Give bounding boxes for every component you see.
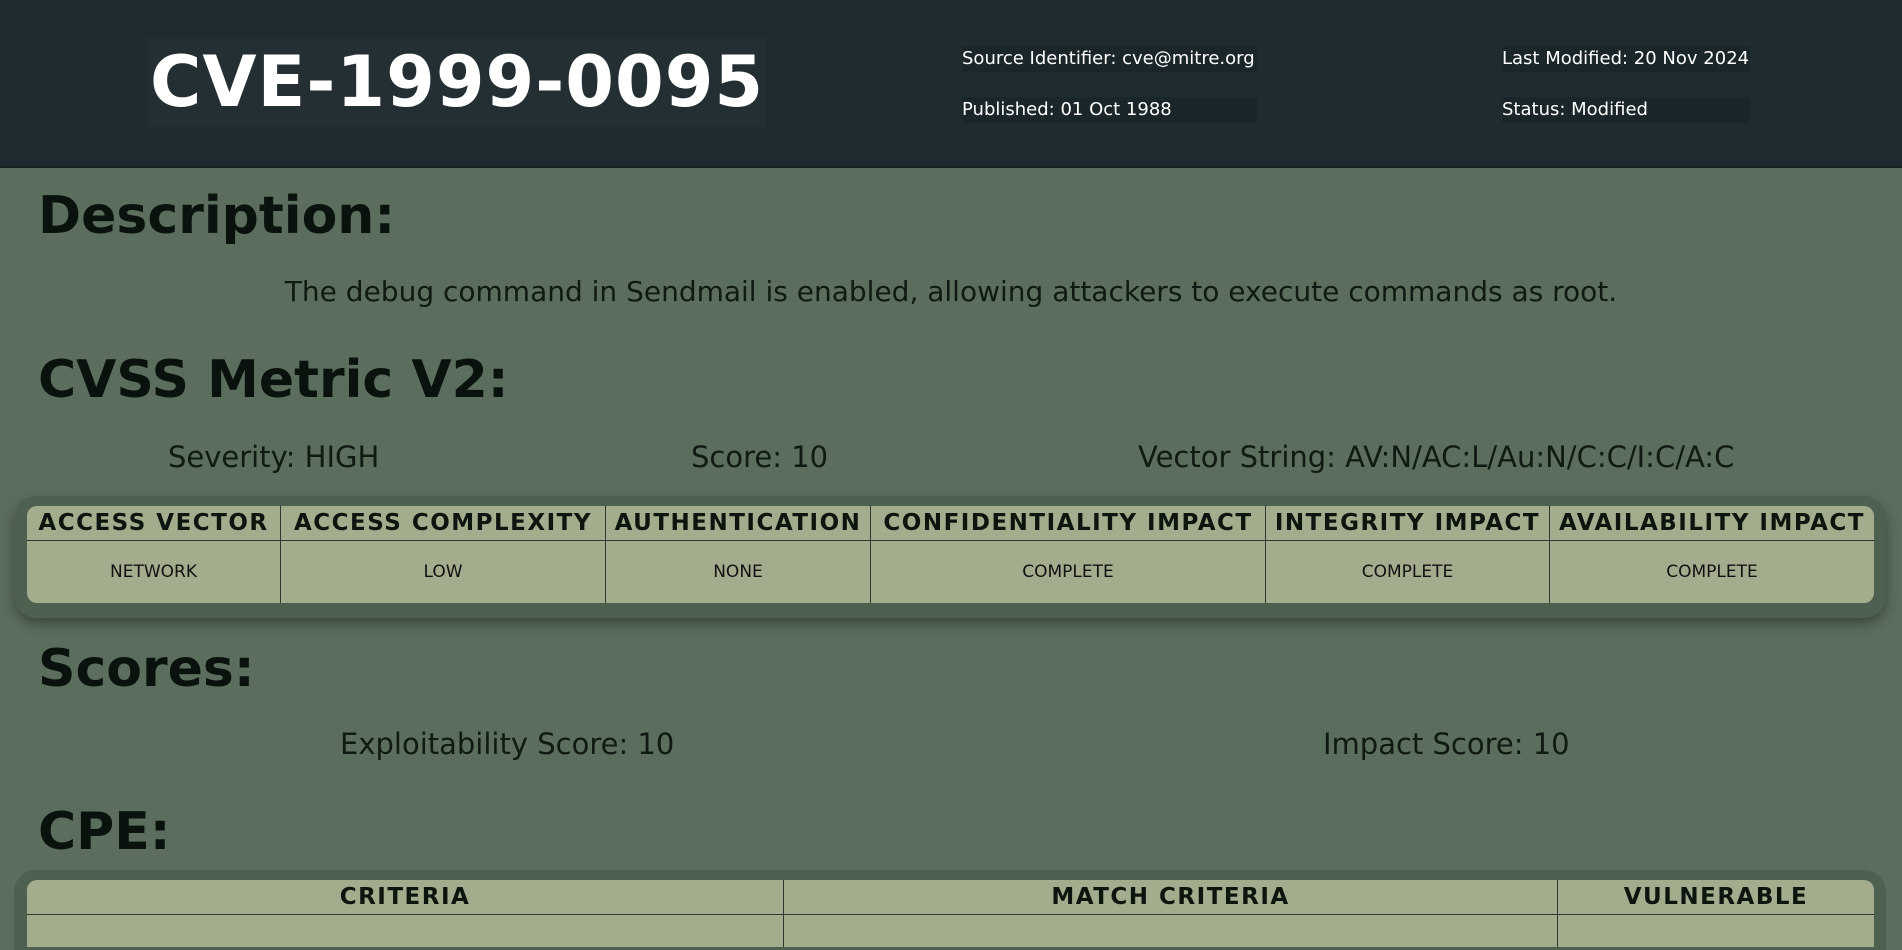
column-header-match-criteria: MATCH CRITERIA: [783, 880, 1558, 915]
column-header-access-complexity: ACCESS COMPLEXITY: [280, 506, 606, 541]
cvss-metrics-table: ACCESS VECTOR ACCESS COMPLEXITY AUTHENTI…: [27, 506, 1874, 603]
last-modified-date: Last Modified: 20 Nov 2024: [1502, 46, 1750, 72]
table-row: NETWORK LOW NONE COMPLETE COMPLETE COMPL…: [27, 540, 1874, 603]
column-header-criteria: CRITERIA: [27, 880, 784, 915]
availability-impact-value: COMPLETE: [1666, 562, 1758, 582]
exploitability-score: Exploitability Score: 10: [340, 727, 675, 761]
table-header-row: ACCESS VECTOR ACCESS COMPLEXITY AUTHENTI…: [27, 506, 1874, 541]
source-identifier: Source Identifier: cve@mitre.org: [962, 46, 1257, 72]
authentication-value: NONE: [605, 540, 871, 603]
column-header-access-vector: ACCESS VECTOR: [27, 506, 281, 541]
table-header-row: CRITERIA MATCH CRITERIA VULNERABLE: [27, 880, 1874, 915]
column-header-vulnerable: VULNERABLE: [1557, 880, 1874, 915]
column-header-authentication: AUTHENTICATION: [605, 506, 871, 541]
scores-heading: Scores:: [38, 639, 255, 699]
cpe-heading: CPE:: [38, 802, 171, 862]
published-date: Published: 01 Oct 1988: [962, 97, 1257, 123]
impact-score: Impact Score: 10: [1323, 727, 1570, 761]
cvss-heading: CVSS Metric V2:: [38, 350, 509, 410]
status-label: Status: Modified: [1502, 97, 1750, 123]
severity-label: Severity: HIGH: [168, 440, 380, 474]
match-criteria-cell: [783, 914, 1558, 947]
column-header-confidentiality-impact: CONFIDENTIALITY IMPACT: [870, 506, 1266, 541]
column-header-availability-impact: AVAILABILITY IMPACT: [1549, 506, 1874, 541]
table-row: [27, 914, 1875, 948]
access-complexity-value: LOW: [280, 540, 606, 603]
cpe-table: CRITERIA MATCH CRITERIA VULNERABLE: [27, 880, 1874, 947]
page-header: CVE-1999-0095 Source Identifier: cve@mit…: [0, 0, 1902, 168]
criteria-cell: [27, 914, 784, 947]
integrity-impact-value: COMPLETE: [1265, 540, 1550, 603]
vector-string-label: Vector String: AV:N/AC:L/Au:N/C:C/I:C/A:…: [1138, 440, 1735, 474]
access-vector-value: NETWORK: [27, 540, 281, 603]
confidentiality-impact-value: COMPLETE: [870, 540, 1266, 603]
description-text: The debug command in Sendmail is enabled…: [284, 275, 1618, 308]
description-heading: Description:: [38, 186, 396, 246]
column-header-integrity-impact: INTEGRITY IMPACT: [1265, 506, 1550, 541]
vulnerable-cell: [1558, 915, 1875, 948]
score-label: Score: 10: [691, 440, 829, 474]
cve-id-title: CVE-1999-0095: [148, 38, 767, 127]
